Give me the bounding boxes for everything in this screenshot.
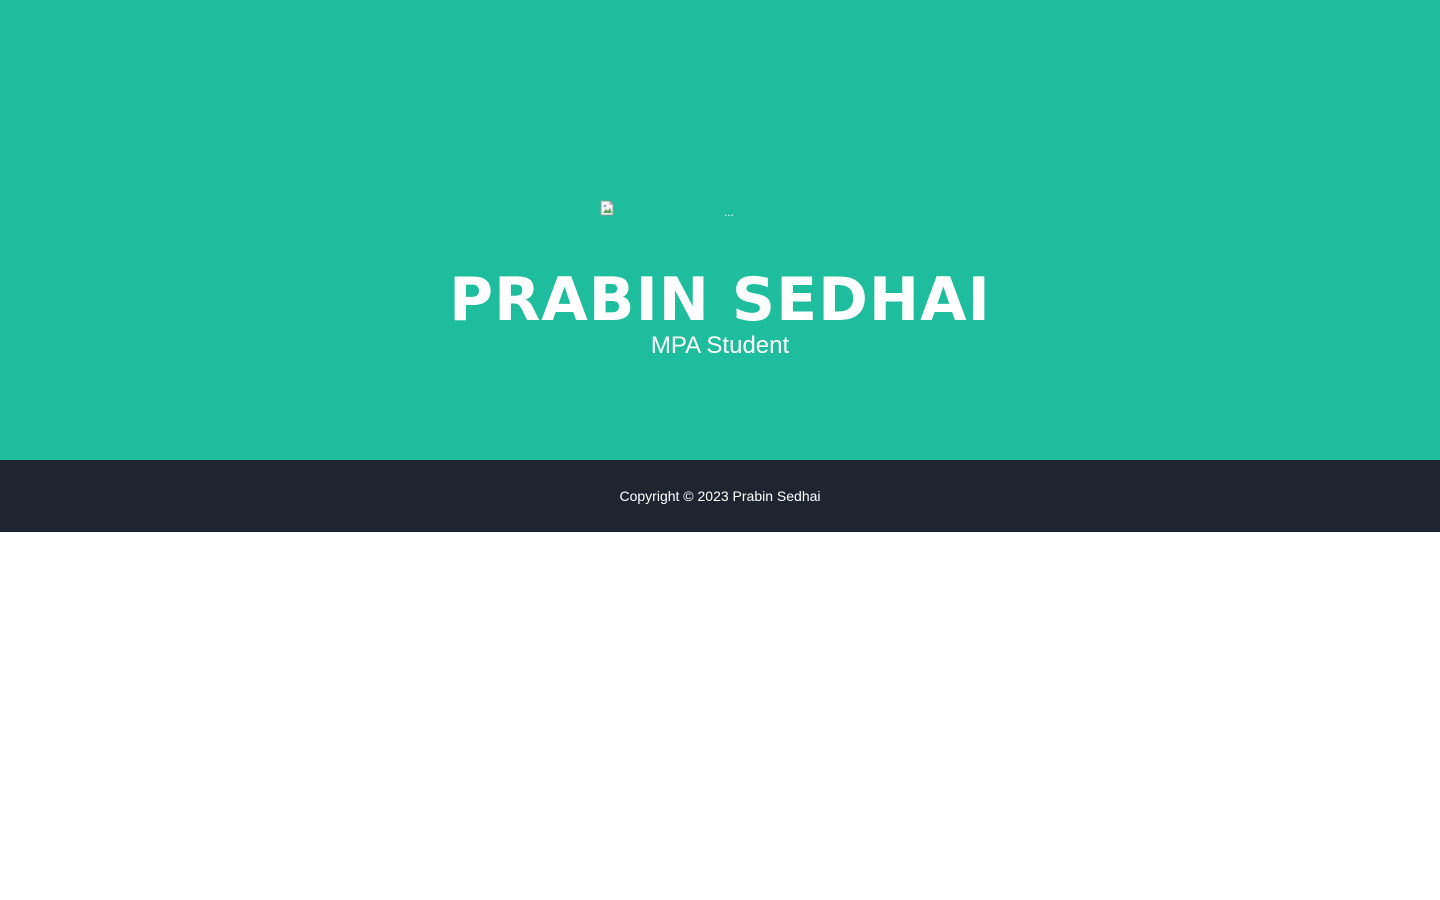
page-title: PRABIN SEDHAI — [449, 265, 991, 335]
page-subtitle: MPA Student — [650, 332, 790, 359]
avatar: ... — [600, 200, 840, 230]
avatar-alt-text: ... — [724, 205, 735, 219]
footer: Copyright © 2023 Prabin Sedhai — [0, 460, 1440, 532]
broken-image-icon — [600, 200, 616, 216]
masthead: ... PRABIN SEDHAI MPA Student — [0, 0, 1440, 460]
copyright-text: Copyright © 2023 Prabin Sedhai — [619, 488, 821, 504]
